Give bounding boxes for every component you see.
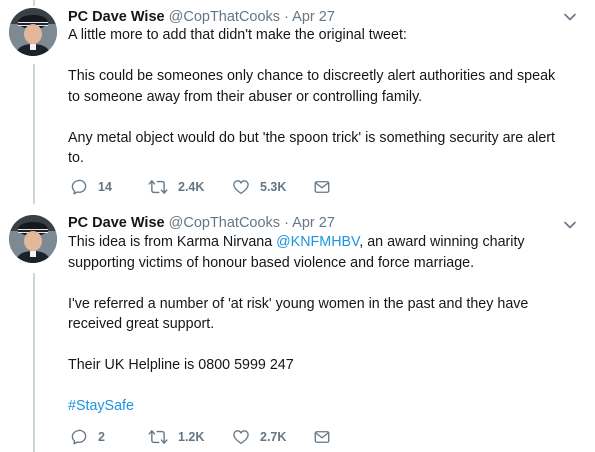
- direct-message-button[interactable]: [313, 428, 341, 446]
- reply-count: 2: [98, 430, 105, 444]
- retweet-icon: [148, 430, 168, 444]
- reply-icon: [71, 179, 87, 195]
- like-count: 2.7K: [260, 430, 287, 444]
- tweet-paragraph: Any metal object would do but 'the spoon…: [68, 129, 556, 167]
- tweet[interactable]: PC Dave Wise @CopThatCooks · Apr 27 A li…: [0, 0, 595, 205]
- reply-button[interactable]: 14: [70, 178, 112, 196]
- avatar[interactable]: [9, 8, 57, 56]
- like-count: 5.3K: [260, 180, 287, 194]
- text-segment: This idea is from Karma Nirvana: [68, 234, 277, 250]
- direct-message-button[interactable]: [313, 178, 341, 196]
- reply-count: 14: [98, 180, 112, 194]
- chevron-down-icon[interactable]: [563, 218, 577, 232]
- envelope-icon: [314, 431, 330, 443]
- reply-button[interactable]: 2: [70, 428, 105, 446]
- tweet-date[interactable]: Apr 27: [292, 215, 335, 231]
- avatar[interactable]: [9, 215, 57, 263]
- chevron-down-icon[interactable]: [563, 10, 577, 24]
- separator: ·: [284, 215, 289, 231]
- like-button[interactable]: 2.7K: [232, 428, 286, 446]
- heart-icon: [233, 430, 249, 445]
- envelope-icon: [314, 181, 330, 193]
- display-name[interactable]: PC Dave Wise: [68, 9, 165, 25]
- tweet-header: PC Dave Wise @CopThatCooks · Apr 27: [68, 214, 335, 232]
- retweet-count: 2.4K: [178, 180, 205, 194]
- tweet-paragraph: #StaySafe: [68, 396, 568, 417]
- user-handle[interactable]: @CopThatCooks: [169, 9, 280, 25]
- tweet-text: This idea is from Karma Nirvana @KNFMHBV…: [68, 232, 568, 417]
- tweet-paragraph: Their UK Helpline is 0800 5999 247: [68, 357, 294, 373]
- retweet-count: 1.2K: [178, 430, 205, 444]
- like-button[interactable]: 5.3K: [232, 178, 286, 196]
- tweet-date[interactable]: Apr 27: [292, 9, 335, 25]
- display-name[interactable]: PC Dave Wise: [68, 215, 165, 231]
- tweet-text: A little more to add that didn't make th…: [68, 25, 568, 169]
- retweet-icon: [148, 180, 168, 194]
- user-handle[interactable]: @CopThatCooks: [169, 215, 280, 231]
- tweet-paragraph: This could be someones only chance to di…: [68, 68, 556, 105]
- tweet-header: PC Dave Wise @CopThatCooks · Apr 27: [68, 8, 335, 26]
- tweet-paragraph: I've referred a number of 'at risk' youn…: [68, 295, 529, 333]
- tweet[interactable]: PC Dave Wise @CopThatCooks · Apr 27 This…: [0, 205, 595, 452]
- retweet-button[interactable]: 1.2K: [148, 428, 204, 446]
- mention-link[interactable]: @KNFMHBV: [276, 234, 359, 250]
- retweet-button[interactable]: 2.4K: [148, 178, 204, 196]
- tweet-paragraph: A little more to add that didn't make th…: [68, 27, 407, 43]
- reply-icon: [71, 429, 87, 445]
- tweet-paragraph: This idea is from Karma Nirvana @KNFMHBV…: [68, 232, 568, 273]
- separator: ·: [284, 9, 289, 25]
- heart-icon: [233, 180, 249, 195]
- hashtag-link[interactable]: #StaySafe: [68, 398, 134, 414]
